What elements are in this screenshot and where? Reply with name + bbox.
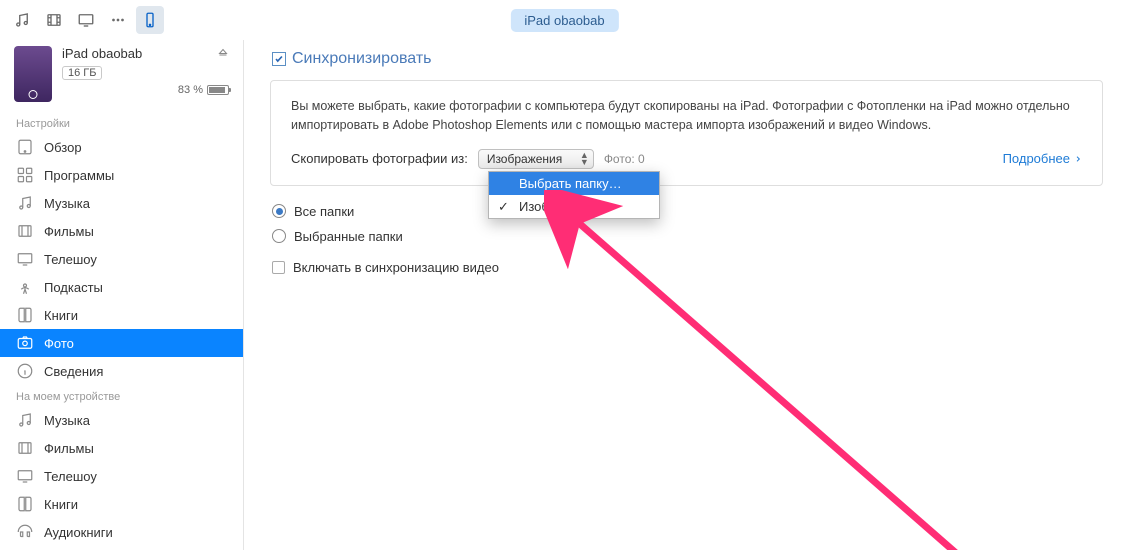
music-library-icon[interactable] [8, 6, 36, 34]
device-name-label: iPad obaobab [62, 46, 142, 61]
sync-checkbox[interactable] [272, 52, 286, 66]
storage-badge: 16 ГБ [62, 66, 102, 80]
apps-icon [16, 166, 34, 184]
sidebar-section-on-device: На моем устройстве [0, 385, 243, 406]
source-select-value: Изображения [487, 152, 562, 166]
sidebar-item-label: Подкасты [44, 280, 103, 295]
radio-all-folders[interactable] [272, 204, 286, 218]
sidebar-device-books[interactable]: Книги [0, 490, 243, 518]
eject-icon[interactable] [217, 46, 229, 61]
audiobooks-icon [16, 523, 34, 541]
movies-library-icon[interactable] [40, 6, 68, 34]
tv-icon [16, 250, 34, 268]
device-header: iPad obaobab 16 ГБ 83 % [0, 40, 243, 112]
sidebar-item-label: Фильмы [44, 224, 94, 239]
check-icon: ✓ [498, 199, 509, 215]
photo-count: Фото: 0 [604, 152, 645, 166]
top-toolbar: iPad obaobab [0, 0, 1129, 40]
sidebar-item-tv[interactable]: Телешоу [0, 245, 243, 273]
device-name-pill[interactable]: iPad obaobab [510, 9, 618, 32]
sidebar-item-music[interactable]: Музыка [0, 189, 243, 217]
radio-selected-folders[interactable] [272, 229, 286, 243]
movies-icon [16, 439, 34, 457]
sidebar-item-label: Обзор [44, 140, 82, 155]
overview-icon [16, 138, 34, 156]
sidebar-item-label: Телешоу [44, 252, 97, 267]
info-icon [16, 362, 34, 380]
tv-library-icon[interactable] [72, 6, 100, 34]
battery-percent: 83 % [178, 84, 203, 96]
photos-icon [16, 334, 34, 352]
music-icon [16, 194, 34, 212]
copy-from-label: Скопировать фотографии из: [291, 151, 468, 166]
tv-icon [16, 467, 34, 485]
sidebar-item-label: Книги [44, 308, 78, 323]
sidebar-device-audiobooks[interactable]: Аудиокниги [0, 518, 243, 546]
sidebar-item-books[interactable]: Книги [0, 301, 243, 329]
select-arrows-icon: ▲▼ [580, 152, 589, 166]
music-icon [16, 411, 34, 429]
sidebar-item-apps[interactable]: Программы [0, 161, 243, 189]
more-link[interactable]: Подробнее [1003, 151, 1082, 166]
include-video-checkbox[interactable] [272, 261, 285, 274]
sidebar-device-tv[interactable]: Телешоу [0, 462, 243, 490]
sync-panel: Вы можете выбрать, какие фотографии с ко… [270, 80, 1103, 186]
sidebar-item-label: Музыка [44, 413, 90, 428]
sidebar-device-movies[interactable]: Фильмы [0, 434, 243, 462]
device-thumbnail [14, 46, 52, 102]
help-text: Вы можете выбрать, какие фотографии с ко… [291, 97, 1082, 135]
podcasts-icon [16, 278, 34, 296]
sidebar-item-overview[interactable]: Обзор [0, 133, 243, 161]
sidebar-item-photos[interactable]: Фото [0, 329, 243, 357]
sidebar-item-label: Телешоу [44, 469, 97, 484]
sidebar-item-label: Музыка [44, 196, 90, 211]
battery-icon [207, 85, 229, 95]
sidebar-item-label: Программы [44, 168, 114, 183]
sidebar-item-label: Сведения [44, 364, 103, 379]
device-icon[interactable] [136, 6, 164, 34]
content-area: Синхронизировать Вы можете выбрать, каки… [244, 40, 1129, 550]
books-icon [16, 495, 34, 513]
movies-icon [16, 222, 34, 240]
sidebar-device-music[interactable]: Музыка [0, 406, 243, 434]
dropdown-images[interactable]: ✓ Изображения [489, 195, 659, 218]
sidebar-item-label: Фильмы [44, 441, 94, 456]
radio-selected-label: Выбранные папки [294, 229, 403, 244]
sidebar-item-movies[interactable]: Фильмы [0, 217, 243, 245]
sync-title: Синхронизировать [292, 50, 432, 68]
sidebar-item-label: Фото [44, 336, 74, 351]
sidebar-section-settings: Настройки [0, 112, 243, 133]
sidebar-item-podcasts[interactable]: Подкасты [0, 273, 243, 301]
dropdown-option-label: Изображения [519, 199, 601, 214]
sidebar-item-label: Книги [44, 497, 78, 512]
source-dropdown: Выбрать папку… ✓ Изображения [488, 171, 660, 219]
sidebar-device-sounds[interactable]: Звуки [0, 546, 243, 550]
dropdown-option-label: Выбрать папку… [519, 176, 622, 191]
dropdown-choose-folder[interactable]: Выбрать папку… [489, 172, 659, 195]
more-link-label: Подробнее [1003, 151, 1070, 166]
more-icon[interactable] [104, 6, 132, 34]
source-select[interactable]: Изображения ▲▼ [478, 149, 594, 169]
sidebar: iPad obaobab 16 ГБ 83 % Настройки Обзор … [0, 40, 244, 550]
sidebar-item-label: Аудиокниги [44, 525, 113, 540]
radio-all-label: Все папки [294, 204, 354, 219]
books-icon [16, 306, 34, 324]
sidebar-item-info[interactable]: Сведения [0, 357, 243, 385]
include-video-label: Включать в синхронизацию видео [293, 260, 499, 275]
